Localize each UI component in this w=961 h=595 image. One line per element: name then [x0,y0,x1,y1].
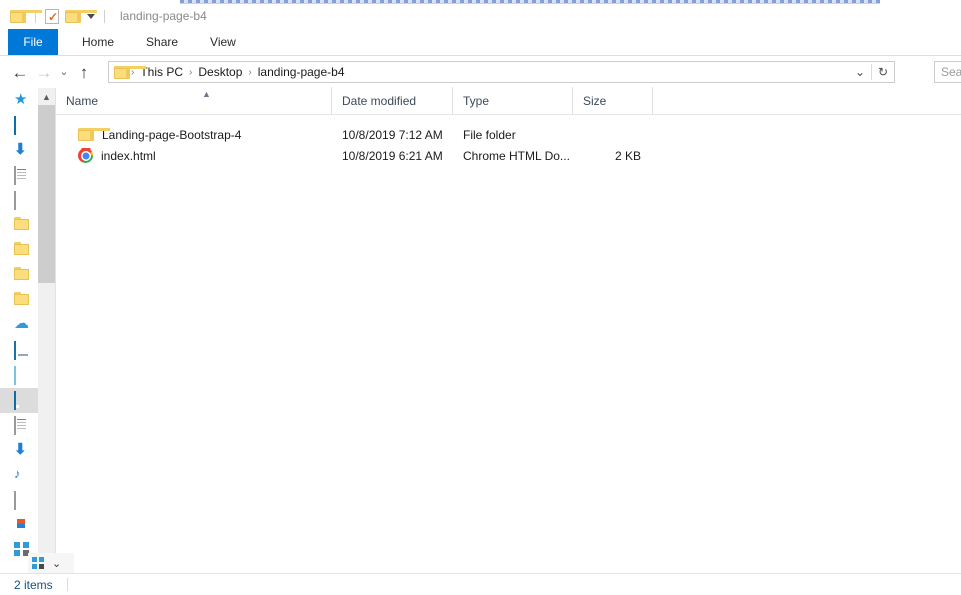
music-icon: ♪ [14,466,21,481]
sidebar-item-music[interactable]: ♪ [0,463,38,488]
properties-checkmark-icon[interactable]: ✓ [45,8,59,24]
sidebar-item-desktop-qa[interactable] [0,113,38,138]
navigation-pane-scrollbar[interactable]: ▲ ▼ [38,88,55,578]
sidebar-item-quick-access[interactable]: ★ [0,88,38,113]
scrollbar-thumb[interactable] [38,105,55,283]
sort-ascending-caret-up-icon: ▲ [202,89,211,99]
column-header-type[interactable]: Type [453,87,573,114]
sidebar-item-downloads-qa[interactable]: ⬇ [0,138,38,163]
desktop-icon [14,116,32,135]
address-bar[interactable]: › This PC › Desktop › landing-page-b4 ⌄ … [108,61,895,83]
pictures-icon [14,491,32,510]
videos-icon [14,517,32,534]
address-bar-controls: ⌄ ↻ [849,62,894,82]
sidebar-item-documents-qa[interactable] [0,163,38,188]
sidebar-item-onedrive[interactable]: ☁ [0,313,38,338]
file-size-cell: 2 KB [614,148,641,163]
tab-share[interactable]: Share [130,28,194,55]
back-button[interactable]: ← [8,60,32,84]
refresh-icon[interactable]: ↻ [872,62,894,82]
sidebar-item-desktop[interactable] [0,388,38,413]
file-type-cell: File folder [463,127,516,142]
onedrive-cloud-icon: ☁ [14,315,29,332]
address-dropdown-chevron-down-icon[interactable]: ⌄ [849,62,871,82]
table-row[interactable]: index.html 10/8/2019 6:21 AM Chrome HTML… [56,145,961,166]
tab-home[interactable]: Home [66,28,130,55]
sidebar-item-this-pc[interactable] [0,338,38,363]
sidebar-item-folder-1[interactable] [0,213,38,238]
qat-separator-2 [104,9,105,23]
tab-view[interactable]: View [194,28,252,55]
status-bar: 2 items [0,573,961,595]
status-separator [66,578,68,591]
sidebar-item-folder-4[interactable] [0,288,38,313]
breadcrumb-item-desktop[interactable]: Desktop [193,65,247,79]
column-header-name-label: Name [66,93,99,108]
scroll-up-chevron-up-icon[interactable]: ▲ [38,88,55,105]
new-folder-icon[interactable] [65,9,97,23]
this-pc-icon [14,341,32,360]
column-header-date-modified[interactable]: Date modified [332,87,453,114]
recent-locations-chevron-down-icon[interactable]: ⌄ [56,60,72,84]
ribbon-tab-bar: File Home Share View [0,28,961,56]
file-name-label: index.html [101,148,156,163]
file-date-cell: 10/8/2019 7:12 AM [342,127,443,142]
view-toggle-buttons: ⌄ [28,553,74,573]
column-header-row: Name ▲ Date modified Type Size [56,87,961,115]
navigation-pane: ★ ⬇ ☁ ⬇ ♪ [0,88,38,578]
customize-qat-chevron-down-icon[interactable] [87,13,95,19]
pictures-icon [14,191,32,210]
search-input[interactable]: Sea [934,61,961,83]
sidebar-item-documents[interactable] [0,413,38,438]
sidebar-item-pictures-qa[interactable] [0,188,38,213]
file-list-area: Name ▲ Date modified Type Size Landing-p… [56,87,961,578]
documents-icon [14,416,32,435]
file-name-label: Landing-page-Bootstrap-4 [102,127,242,142]
folder-icon [14,292,32,309]
sidebar-item-pictures[interactable] [0,488,38,513]
sidebar-item-videos[interactable] [0,513,38,538]
documents-icon [14,166,32,185]
title-bar: ✓ landing-page-b4 [0,4,961,28]
folder-icon [78,128,110,141]
folder-icon [14,242,32,259]
chrome-icon [78,148,93,163]
sidebar-item-folder-3[interactable] [0,263,38,288]
file-date-cell: 10/8/2019 6:21 AM [342,148,443,163]
up-button[interactable]: ↑ [72,60,96,84]
sidebar-item-network[interactable] [0,363,38,388]
desktop-icon [14,391,32,410]
window-folder-icon [10,9,42,23]
details-view-chevron-down-icon[interactable]: ⌄ [52,557,61,570]
folder-icon [14,267,32,284]
file-name-cell: index.html [56,148,332,163]
folder-icon [14,217,32,234]
window-title: landing-page-b4 [120,9,207,23]
downloads-icon: ⬇ [14,141,27,158]
file-name-cell: Landing-page-Bootstrap-4 [56,128,332,142]
tiles-view-icon[interactable] [32,556,45,570]
breadcrumb-folder-icon[interactable] [114,65,146,79]
column-header-size[interactable]: Size [573,87,653,114]
breadcrumb-item-landing-page-b4[interactable]: landing-page-b4 [253,65,350,79]
file-type-cell: Chrome HTML Do... [463,148,570,163]
sidebar-item-folder-2[interactable] [0,238,38,263]
downloads-icon: ⬇ [14,441,27,458]
breadcrumb: › This PC › Desktop › landing-page-b4 [109,65,849,79]
column-header-name[interactable]: Name ▲ [56,87,332,114]
sidebar-item-downloads[interactable]: ⬇ [0,438,38,463]
network-icon [14,366,32,385]
forward-button[interactable]: → [32,60,56,84]
table-row[interactable]: Landing-page-Bootstrap-4 10/8/2019 7:12 … [56,124,961,145]
quick-access-star-icon: ★ [14,91,28,108]
file-explorer-window: ·· ··· ···· ·· · ✓ landing-page-b4 File … [0,0,961,595]
tab-file[interactable]: File [8,29,58,55]
status-item-count: 2 items [14,577,53,592]
